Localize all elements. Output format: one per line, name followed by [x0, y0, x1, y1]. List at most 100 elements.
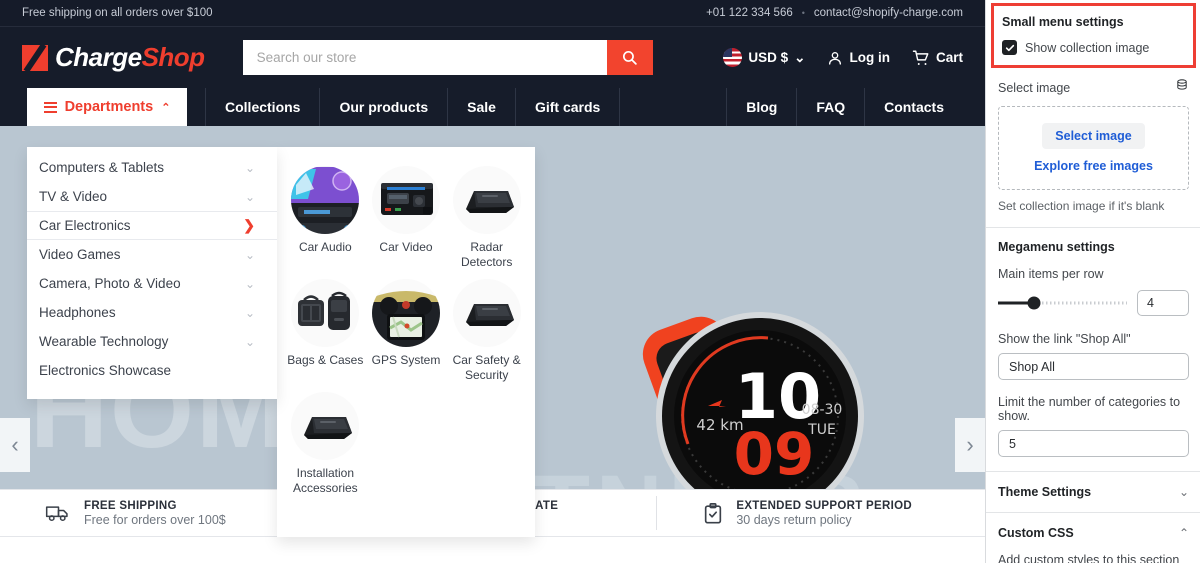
announcement-text: Free shipping on all orders over $100: [22, 7, 213, 19]
radar-detector-icon: [452, 166, 521, 234]
search-bar: [242, 40, 653, 75]
megamenu-settings-title: Megamenu settings: [998, 240, 1115, 254]
feature-subtitle: Free for orders over 100$: [84, 512, 226, 527]
megamenu-grid: Car Audio Car Video Radar Detectors Bags…: [277, 165, 535, 496]
shop-all-input[interactable]: Shop All: [998, 353, 1189, 380]
dept-item-computers-tablets[interactable]: Computers & Tablets ⌄: [27, 153, 277, 182]
select-image-helper-text: Set collection image if it's blank: [998, 199, 1165, 213]
megamenu-item-label: Car Audio: [298, 240, 352, 254]
show-collection-image-checkbox-row[interactable]: Show collection image: [1002, 40, 1185, 55]
cart-icon: [912, 50, 929, 65]
nav-link-faq[interactable]: FAQ: [797, 88, 866, 126]
category-thumbnail: [370, 278, 441, 348]
category-thumbnail: [451, 278, 522, 348]
limit-categories-input[interactable]: 5: [998, 430, 1189, 457]
dept-item-tv-video[interactable]: TV & Video ⌄: [27, 182, 277, 211]
nav-links-left: Collections Our products Sale Gift cards: [205, 88, 621, 126]
hero-product-image: 10 09 42 km 08-30 TUE: [642, 312, 864, 489]
megamenu-item-car-safety-security[interactable]: Car Safety & Security: [446, 278, 527, 383]
logo-mark-icon: [22, 44, 48, 71]
chevron-right-icon: ❯: [243, 217, 255, 233]
departments-button[interactable]: Departments ⌃: [27, 88, 187, 126]
separator-dot: •: [801, 8, 805, 18]
bags-cases-icon: [291, 279, 360, 347]
select-image-header: Select image: [998, 78, 1189, 97]
chevron-down-icon: ⌄: [244, 305, 255, 320]
image-dropzone[interactable]: Select image Explore free images: [998, 106, 1189, 190]
explore-free-images-link[interactable]: Explore free images: [1034, 159, 1153, 173]
dept-item-wearable-technology[interactable]: Wearable Technology ⌄: [27, 327, 277, 356]
announcement-bar: Free shipping on all orders over $100 +0…: [0, 0, 985, 26]
select-image-group: Select image Select image Explore free i…: [986, 68, 1200, 227]
accordion-theme-settings[interactable]: Theme Settings ⌄: [986, 472, 1200, 512]
small-menu-settings-group: Small menu settings Show collection imag…: [991, 3, 1196, 68]
megamenu-item-label: Bags & Cases: [287, 353, 364, 367]
feature-subtitle: 30 days return policy: [736, 512, 852, 527]
dept-item-label: Car Electronics: [39, 218, 131, 233]
show-collection-image-checkbox[interactable]: [1002, 40, 1017, 55]
nav-link-contacts[interactable]: Contacts: [865, 88, 963, 126]
accordion-custom-css[interactable]: Custom CSS ⌃: [986, 513, 1200, 553]
megamenu-item-installation-accessories[interactable]: Installation Accessories: [285, 391, 366, 496]
email-address[interactable]: contact@shopify-charge.com: [814, 7, 963, 19]
megamenu-item-car-audio[interactable]: Car Audio: [285, 165, 366, 270]
database-icon[interactable]: [1175, 78, 1189, 97]
main-items-per-row-input[interactable]: 4: [1137, 290, 1189, 316]
megamenu-item-label: Car Video: [379, 240, 433, 254]
dept-item-label: Computers & Tablets: [39, 160, 165, 175]
show-collection-image-label: Show collection image: [1025, 40, 1150, 55]
installation-accessories-icon: [291, 392, 360, 460]
dept-item-camera-photo-video[interactable]: Camera, Photo & Video ⌄: [27, 269, 277, 298]
chevron-up-icon: ⌃: [161, 101, 171, 114]
select-image-button[interactable]: Select image: [1042, 123, 1145, 149]
feature-title: EXTENDED SUPPORT PERIOD: [736, 499, 912, 512]
chevron-down-icon: ⌄: [244, 247, 255, 262]
megamenu-panel: Car Audio Car Video Radar Detectors Bags…: [277, 147, 535, 537]
header-actions: USD $ ⌄ Log in Cart: [723, 48, 963, 67]
currency-label: USD $: [748, 50, 789, 65]
cart-link[interactable]: Cart: [912, 49, 963, 67]
phone-number[interactable]: +01 122 334 566: [706, 7, 793, 19]
feature-title: FREE SHIPPING: [84, 499, 177, 512]
site-logo[interactable]: ChargeShop: [22, 42, 205, 73]
clipboard-check-icon: [705, 502, 722, 523]
login-label: Log in: [849, 50, 890, 65]
dept-item-electronics-showcase[interactable]: Electronics Showcase: [27, 356, 277, 385]
search-icon: [623, 50, 637, 65]
slider-thumb[interactable]: [1027, 296, 1041, 310]
shop-all-link-label: Show the link "Shop All": [998, 332, 1131, 346]
nav-link-gift-cards[interactable]: Gift cards: [516, 88, 621, 126]
megamenu-item-bags-cases[interactable]: Bags & Cases: [285, 278, 366, 383]
megamenu-item-car-video[interactable]: Car Video: [366, 165, 447, 270]
dept-item-car-electronics[interactable]: Car Electronics ❯: [27, 211, 277, 240]
dept-item-label: Camera, Photo & Video: [39, 276, 181, 291]
chevron-down-icon: ⌄: [794, 49, 806, 65]
nav-link-sale[interactable]: Sale: [448, 88, 516, 126]
site-header: ChargeShop USD $ ⌄: [0, 26, 985, 88]
nav-link-collections[interactable]: Collections: [205, 88, 321, 126]
nav-link-our-products[interactable]: Our products: [320, 88, 449, 126]
search-input[interactable]: [242, 40, 607, 75]
departments-dropdown: Computers & Tablets ⌄ TV & Video ⌄ Car E…: [27, 147, 277, 399]
megamenu-item-gps-system[interactable]: GPS System: [366, 278, 447, 383]
chevron-down-icon: ⌄: [244, 160, 255, 175]
chevron-down-icon: ⌄: [244, 189, 255, 204]
theme-settings-sidebar: Small menu settings Show collection imag…: [985, 0, 1200, 563]
login-link[interactable]: Log in: [827, 50, 890, 66]
dept-item-video-games[interactable]: Video Games ⌄: [27, 240, 277, 269]
app-root: Free shipping on all orders over $100 +0…: [0, 0, 1200, 563]
check-icon: [1005, 44, 1014, 51]
megamenu-item-label: Installation Accessories: [292, 466, 358, 495]
nav-link-blog[interactable]: Blog: [726, 88, 798, 126]
main-items-per-row-slider[interactable]: [998, 296, 1127, 310]
carousel-prev-button[interactable]: ‹: [0, 418, 30, 472]
accordion-title: Custom CSS: [998, 526, 1074, 540]
dept-item-label: Wearable Technology: [39, 334, 169, 349]
dept-item-headphones[interactable]: Headphones ⌄: [27, 298, 277, 327]
currency-selector[interactable]: USD $ ⌄: [723, 48, 805, 67]
category-thumbnail: [290, 278, 361, 348]
megamenu-item-radar-detectors[interactable]: Radar Detectors: [446, 165, 527, 270]
search-button[interactable]: [606, 40, 653, 75]
small-menu-settings-title: Small menu settings: [1002, 15, 1124, 29]
carousel-next-button[interactable]: ›: [955, 418, 985, 472]
